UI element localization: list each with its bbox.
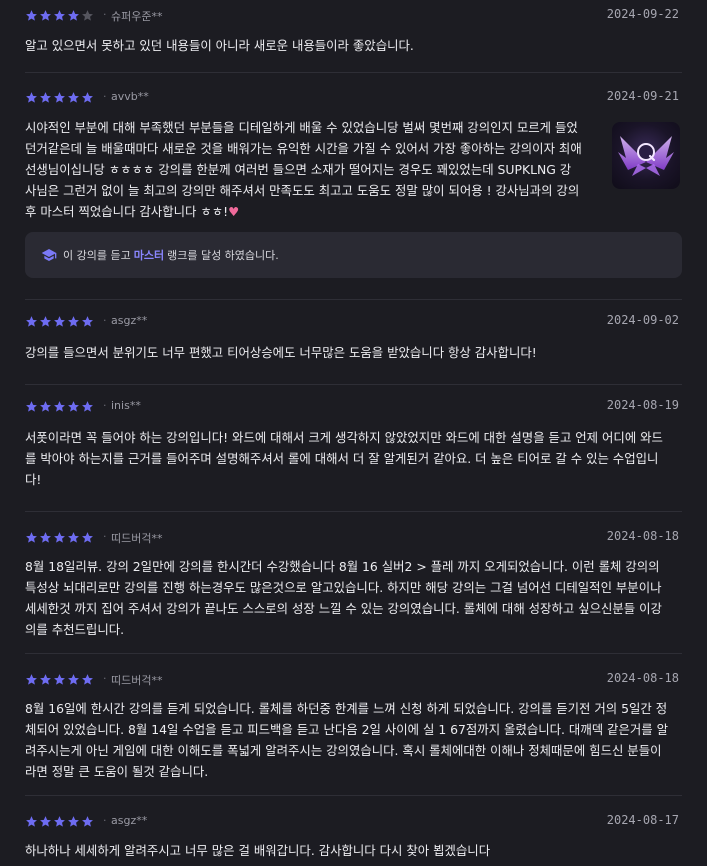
star-icon bbox=[82, 401, 93, 412]
star-icon bbox=[82, 92, 93, 103]
star-rating bbox=[25, 91, 94, 104]
separator: · bbox=[103, 399, 107, 412]
star-icon bbox=[82, 532, 93, 543]
reviewer-name: asgz** bbox=[111, 814, 148, 827]
star-icon bbox=[26, 92, 37, 103]
review-date: 2024-08-19 bbox=[606, 398, 679, 412]
review-date: 2024-08-18 bbox=[606, 671, 679, 685]
separator: · bbox=[103, 814, 107, 827]
star-rating bbox=[25, 400, 94, 413]
review-date: 2024-09-22 bbox=[606, 7, 679, 21]
heart-emoji: ♥ bbox=[228, 204, 240, 219]
separator: · bbox=[103, 672, 107, 685]
star-icon bbox=[54, 674, 65, 685]
review-header: · inis** 2024-08-19 bbox=[25, 397, 682, 417]
review-header: · 띠드버걱** 2024-08-18 bbox=[25, 528, 682, 548]
star-icon bbox=[40, 532, 51, 543]
review-text-content: 시야적인 부분에 대해 부족했던 부분들을 디테일하게 배울 수 있었습니당 벌… bbox=[25, 120, 582, 219]
star-icon bbox=[26, 532, 37, 543]
star-icon bbox=[68, 10, 79, 21]
star-rating bbox=[25, 673, 94, 686]
review-item: · inis** 2024-08-19 서폿이라면 꼭 들어야 하는 강의입니다… bbox=[25, 385, 682, 512]
separator: · bbox=[103, 314, 107, 327]
review-header: · avvb** 2024-09-21 bbox=[25, 88, 682, 108]
reviewer-name: 띠드버걱** bbox=[111, 532, 163, 545]
star-icon bbox=[26, 316, 37, 327]
star-icon bbox=[82, 674, 93, 685]
star-icon bbox=[40, 10, 51, 21]
review-item: · 띠드버걱** 2024-08-18 8월 18일리뷰. 강의 2일만에 강의… bbox=[25, 512, 682, 654]
review-text: 강의를 들으면서 분위기도 너무 편했고 티어상승에도 너무많은 도움을 받았습… bbox=[25, 345, 537, 360]
reviewer-name: 띠드버걱** bbox=[111, 674, 163, 687]
star-icon bbox=[54, 816, 65, 827]
star-empty-icon bbox=[82, 10, 93, 21]
review-list: · 슈퍼우준** 2024-09-22 알고 있으면서 못하고 있던 내용들이 … bbox=[0, 0, 707, 866]
star-rating bbox=[25, 315, 94, 328]
review-image[interactable] bbox=[612, 122, 680, 189]
star-icon bbox=[26, 816, 37, 827]
reviewer-name: avvb** bbox=[111, 90, 149, 103]
master-rank-emblem-icon bbox=[618, 136, 674, 176]
review-text: 알고 있으면서 못하고 있던 내용들이 아니라 새로운 내용들이라 좋았습니다. bbox=[25, 38, 414, 53]
star-icon bbox=[26, 674, 37, 685]
review-header: · asgz** 2024-09-02 bbox=[25, 312, 682, 332]
star-icon bbox=[54, 316, 65, 327]
star-icon bbox=[68, 401, 79, 412]
reviewer-name: 슈퍼우준** bbox=[111, 10, 163, 23]
review-text: 시야적인 부분에 대해 부족했던 부분들을 디테일하게 배울 수 있었습니당 벌… bbox=[25, 117, 682, 222]
review-text: 서폿이라면 꼭 들어야 하는 강의입니다! 와드에 대해서 크게 생각하지 않았… bbox=[25, 430, 663, 487]
star-icon bbox=[40, 401, 51, 412]
reviewer-name: inis** bbox=[111, 399, 141, 412]
star-icon bbox=[54, 92, 65, 103]
star-icon bbox=[40, 316, 51, 327]
star-icon bbox=[40, 92, 51, 103]
star-icon bbox=[68, 532, 79, 543]
review-text: 8월 16일에 한시간 강의를 듣게 되었습니다. 롤체를 하던중 한계를 느껴… bbox=[25, 701, 668, 779]
star-icon bbox=[68, 92, 79, 103]
separator: · bbox=[103, 530, 107, 543]
badge-rank: 마스터 bbox=[133, 249, 165, 262]
star-icon bbox=[26, 401, 37, 412]
star-rating bbox=[25, 531, 94, 544]
review-item: · asgz** 2024-08-17 하나하나 세세하게 알려주시고 너무 많… bbox=[25, 796, 682, 866]
star-icon bbox=[68, 674, 79, 685]
star-icon bbox=[82, 316, 93, 327]
star-icon bbox=[82, 816, 93, 827]
review-text: 8월 18일리뷰. 강의 2일만에 강의를 한시간더 수강했습니다 8월 16 … bbox=[25, 559, 662, 637]
graduation-cap-icon bbox=[41, 249, 57, 261]
star-rating bbox=[25, 9, 94, 22]
badge-suffix: 랭크를 달성 하였습니다. bbox=[167, 249, 279, 262]
star-icon bbox=[54, 532, 65, 543]
star-icon bbox=[54, 401, 65, 412]
reviewer-name: asgz** bbox=[111, 314, 148, 327]
separator: · bbox=[103, 8, 107, 21]
separator: · bbox=[103, 90, 107, 103]
review-date: 2024-08-17 bbox=[606, 813, 679, 827]
review-header: · 띠드버걱** 2024-08-18 bbox=[25, 670, 682, 690]
review-item: · avvb** 2024-09-21 시야적인 부분에 대해 부족했던 부분들… bbox=[25, 73, 682, 300]
star-icon bbox=[26, 10, 37, 21]
review-item: · 슈퍼우준** 2024-09-22 알고 있으면서 못하고 있던 내용들이 … bbox=[25, 0, 682, 73]
star-icon bbox=[68, 816, 79, 827]
star-icon bbox=[54, 10, 65, 21]
review-date: 2024-09-02 bbox=[606, 313, 679, 327]
star-icon bbox=[68, 316, 79, 327]
star-icon bbox=[40, 674, 51, 685]
review-item: · 띠드버걱** 2024-08-18 8월 16일에 한시간 강의를 듣게 되… bbox=[25, 654, 682, 796]
review-item: · asgz** 2024-09-02 강의를 들으면서 분위기도 너무 편했고… bbox=[25, 300, 682, 385]
star-icon bbox=[40, 816, 51, 827]
rank-achievement-badge: 이 강의를 듣고 마스터 랭크를 달성 하였습니다. bbox=[25, 232, 682, 278]
review-date: 2024-09-21 bbox=[606, 89, 679, 103]
review-header: · asgz** 2024-08-17 bbox=[25, 812, 682, 832]
review-date: 2024-08-18 bbox=[606, 529, 679, 543]
review-header: · 슈퍼우준** 2024-09-22 bbox=[25, 6, 682, 26]
star-rating bbox=[25, 815, 94, 828]
badge-prefix: 이 강의를 듣고 bbox=[63, 249, 131, 262]
